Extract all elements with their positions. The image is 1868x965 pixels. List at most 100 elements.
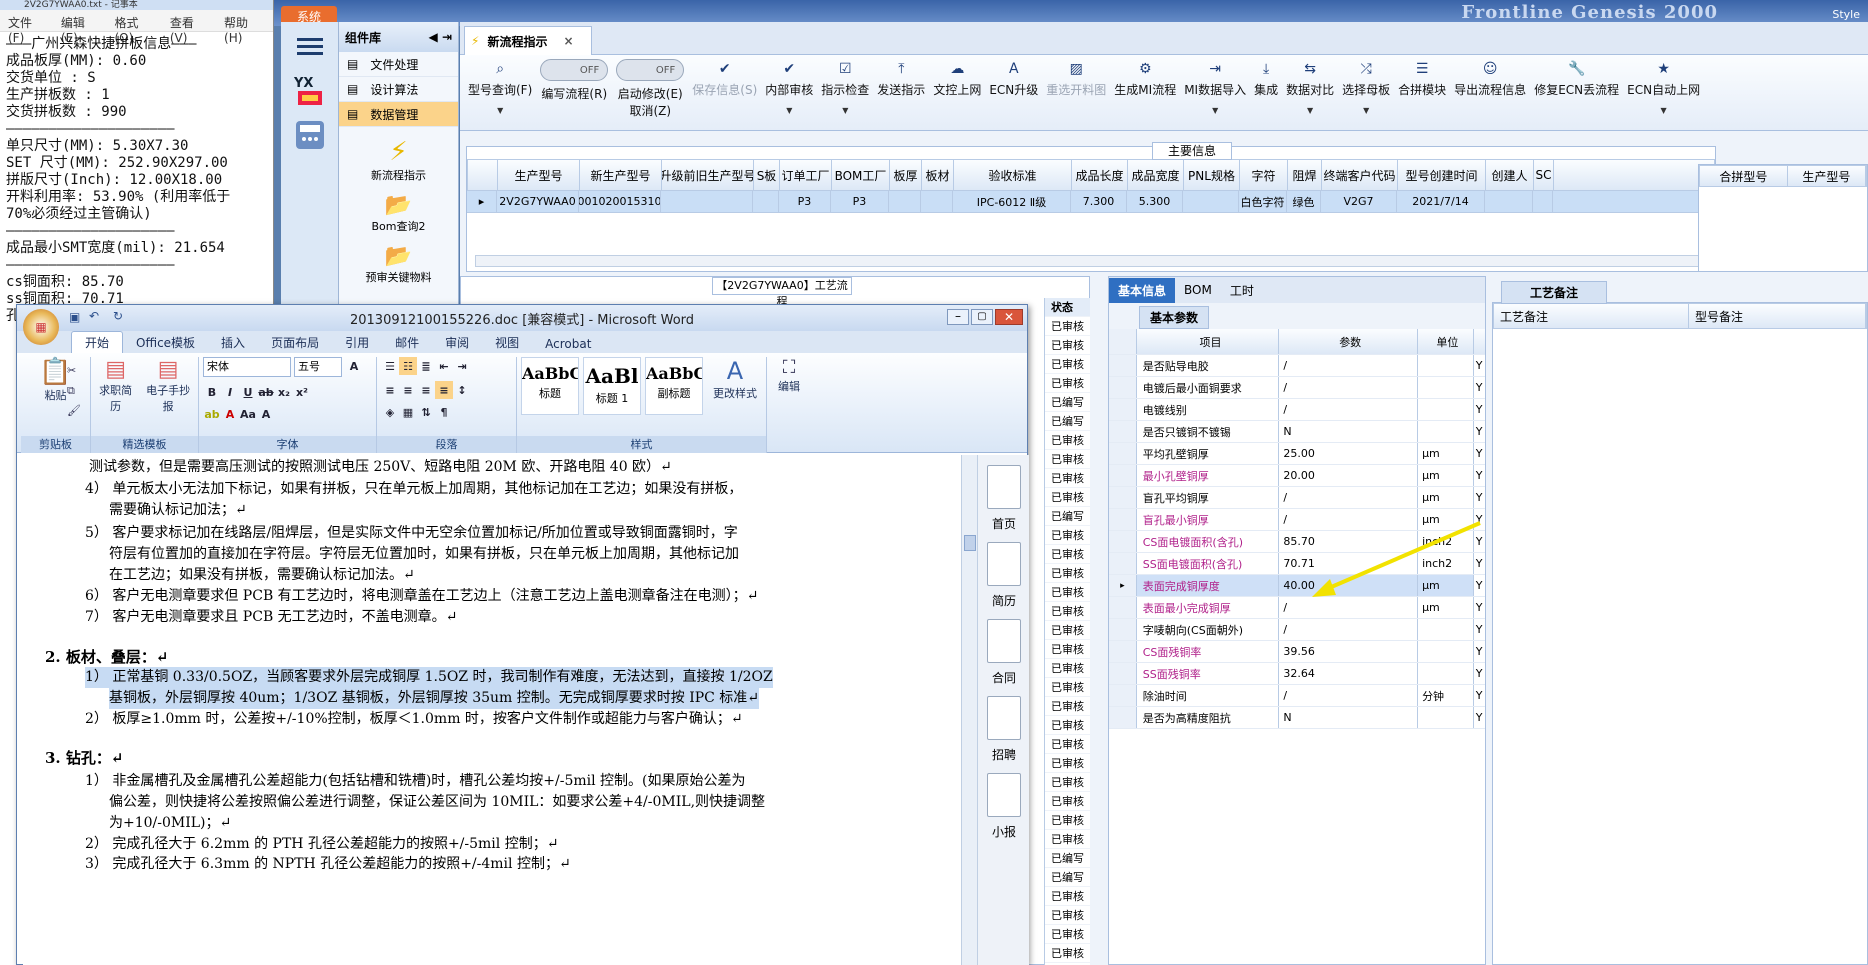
col-header[interactable]: 新生产型号 xyxy=(580,160,662,190)
toolbar-button-18[interactable]: ★ ECN自动上网 ▼ xyxy=(1623,59,1704,127)
status-cell[interactable]: 已审核 xyxy=(1045,355,1090,374)
toolbar-button-11[interactable]: ⇥ MI数据导入 ▼ xyxy=(1180,59,1250,127)
info-cell[interactable]: 绿色 xyxy=(1287,191,1321,212)
param-row[interactable]: 是否为高精度阻抗 N Y xyxy=(1109,707,1485,729)
param-value[interactable]: / xyxy=(1279,399,1419,420)
toolbar-button-4[interactable]: ✔ 内部审核 ▼ xyxy=(761,59,817,127)
document-body[interactable]: 测试参数，但是需要高压测试的按照测试电压 250V、短路电阻 20M 欧、开路电… xyxy=(23,455,961,965)
status-cell[interactable]: 已审核 xyxy=(1045,830,1090,849)
col-header[interactable]: 订单工厂 xyxy=(780,160,832,190)
col-header[interactable]: 终端客户代码 xyxy=(1322,160,1398,190)
col-header[interactable]: 成品宽度 xyxy=(1128,160,1184,190)
info-cell[interactable] xyxy=(889,191,921,212)
col-unit[interactable]: 单位 xyxy=(1418,329,1474,354)
status-cell[interactable]: 已审核 xyxy=(1045,488,1090,507)
grow-font-icon[interactable]: A xyxy=(345,357,363,375)
style-item[interactable]: AaBbC 标题 xyxy=(521,357,579,415)
edit-button[interactable]: ⛶ 编辑 xyxy=(771,357,807,394)
toolbar-button-15[interactable]: ☰ 合拼模块 xyxy=(1394,59,1450,127)
yx-logo-icon[interactable]: YX xyxy=(290,72,330,110)
col-param[interactable]: 参数 xyxy=(1279,329,1419,354)
toolbar-button-6[interactable]: ⤒ 发送指示 xyxy=(873,59,929,127)
justify-icon[interactable]: ≡ xyxy=(435,381,453,399)
param-row[interactable]: CS面残铜率 39.56 Y xyxy=(1109,641,1485,663)
chevron-down-icon[interactable]: ▼ xyxy=(1363,106,1369,115)
status-cell[interactable]: 已审核 xyxy=(1045,336,1090,355)
cut-icon[interactable]: ✂ xyxy=(67,361,81,381)
col-header[interactable]: 板材 xyxy=(922,160,954,190)
outdent-icon[interactable]: ⇤ xyxy=(435,357,453,375)
param-row[interactable]: SS面残铜率 32.64 Y xyxy=(1109,663,1485,685)
chevron-down-icon[interactable]: ▼ xyxy=(1661,106,1667,115)
status-cell[interactable]: 已审核 xyxy=(1045,621,1090,640)
strike-icon[interactable]: ab xyxy=(257,383,275,401)
info-cell[interactable]: P3 xyxy=(779,191,831,212)
param-row[interactable]: 盲孔平均铜厚 / μm Y xyxy=(1109,487,1485,509)
info-cell[interactable]: 10010200153102 xyxy=(579,191,661,212)
toolbar-button-10[interactable]: ⚙ 生成MI流程 xyxy=(1110,59,1180,127)
status-cell[interactable]: 已审核 xyxy=(1045,450,1090,469)
status-cell[interactable]: 已审核 xyxy=(1045,317,1090,336)
param-value[interactable]: 25.00 xyxy=(1279,443,1419,464)
status-header[interactable]: 状态 xyxy=(1045,298,1090,317)
main-info-row[interactable]: ▸2V2G7YWAA010010200153102 P3P3 IPC-6012 Ⅱ级… xyxy=(467,191,1715,213)
chevron-down-icon[interactable]: ▼ xyxy=(1212,106,1218,115)
param-row[interactable]: 除油时间 / 分钟 Y xyxy=(1109,685,1485,707)
chevron-down-icon[interactable]: ▼ xyxy=(842,106,848,115)
param-value[interactable]: / xyxy=(1279,685,1419,706)
param-row[interactable]: 是否只镀铜不镀锡 N Y xyxy=(1109,421,1485,443)
info-cell[interactable] xyxy=(1533,191,1553,212)
tab-basic-info[interactable]: 基本信息 xyxy=(1109,277,1176,303)
param-row[interactable]: 是否贴导电胶 / Y xyxy=(1109,355,1485,377)
param-row[interactable]: 字唛朝向(CS面朝外) / Y xyxy=(1109,619,1485,641)
menu-icon[interactable] xyxy=(290,28,330,66)
param-row[interactable]: 电镀线别 / Y xyxy=(1109,399,1485,421)
toolbar-button-3[interactable]: ✔ 保存信息(S) xyxy=(688,59,761,127)
menu-view[interactable]: 查看(V) xyxy=(170,14,210,45)
status-cell[interactable]: 已审核 xyxy=(1045,906,1090,925)
chevron-down-icon[interactable]: ▼ xyxy=(497,106,503,115)
toolbar-button-0[interactable]: ⌕ 型号查询(F) ▼ xyxy=(464,59,536,127)
toolbar-button-5[interactable]: ☑ 指示检查 ▼ xyxy=(817,59,873,127)
chevron-down-icon[interactable]: ▼ xyxy=(786,106,792,115)
col-header[interactable]: 字符 xyxy=(1240,160,1288,190)
col-header[interactable]: 创建人 xyxy=(1486,160,1534,190)
col-header[interactable]: 型号创建时间 xyxy=(1398,160,1486,190)
tool-prereview[interactable]: 📂 预审关键物料 xyxy=(339,244,458,285)
sidebar-item-algorithm[interactable]: ▤ 设计算法 xyxy=(339,77,458,102)
toolbar-button-9[interactable]: ▨ 重选开料图 xyxy=(1042,59,1110,127)
status-cell[interactable]: 已审核 xyxy=(1045,811,1090,830)
underline-icon[interactable]: U xyxy=(239,383,257,401)
restore-button[interactable]: ▢ xyxy=(971,309,993,325)
ribbon-tab[interactable]: Acrobat xyxy=(532,335,604,353)
param-row[interactable]: 电镀后最小面铜要求 / Y xyxy=(1109,377,1485,399)
shading-icon[interactable]: ◈ xyxy=(381,403,399,421)
info-cell[interactable]: V2G7 xyxy=(1321,191,1397,212)
info-cell[interactable]: 白色字符 xyxy=(1239,191,1287,212)
status-cell[interactable]: 已审核 xyxy=(1045,773,1090,792)
calculator-icon[interactable] xyxy=(290,116,330,154)
tool-new-flow[interactable]: ⚡ 新流程指示 xyxy=(339,137,458,183)
toolbar-sublabel[interactable]: 取消(Z) xyxy=(629,102,671,119)
toolbar-button-1[interactable]: OFF 编写流程(R) xyxy=(536,59,612,127)
font-size-select[interactable]: 五号 xyxy=(294,357,342,377)
align-left-icon[interactable]: ≡ xyxy=(381,381,399,399)
col-model-remark[interactable]: 型号备注 xyxy=(1689,304,1866,328)
tab-remark[interactable]: 工艺备注 xyxy=(1501,281,1608,304)
bullets-icon[interactable]: ☰ xyxy=(381,357,399,375)
ribbon-tab[interactable]: 邮件 xyxy=(382,332,432,353)
office-button[interactable]: ▦ xyxy=(23,309,59,345)
template-button[interactable]: 招聘 xyxy=(978,696,1030,763)
ribbon-tab[interactable]: 开始 xyxy=(71,331,124,353)
param-value[interactable]: 39.56 xyxy=(1279,641,1419,662)
toolbar-button-16[interactable]: ☺ 导出流程信息 xyxy=(1450,59,1530,127)
tab-worktime[interactable]: 工时 xyxy=(1221,278,1263,303)
status-cell[interactable]: 已审核 xyxy=(1045,583,1090,602)
align-right-icon[interactable]: ≡ xyxy=(417,381,435,399)
status-cell[interactable]: 已审核 xyxy=(1045,792,1090,811)
ribbon-tab[interactable]: 审阅 xyxy=(432,332,482,353)
status-cell[interactable]: 已审核 xyxy=(1045,545,1090,564)
italic-icon[interactable]: I xyxy=(221,383,239,401)
param-value[interactable]: / xyxy=(1279,487,1419,508)
status-cell[interactable]: 已编写 xyxy=(1045,393,1090,412)
